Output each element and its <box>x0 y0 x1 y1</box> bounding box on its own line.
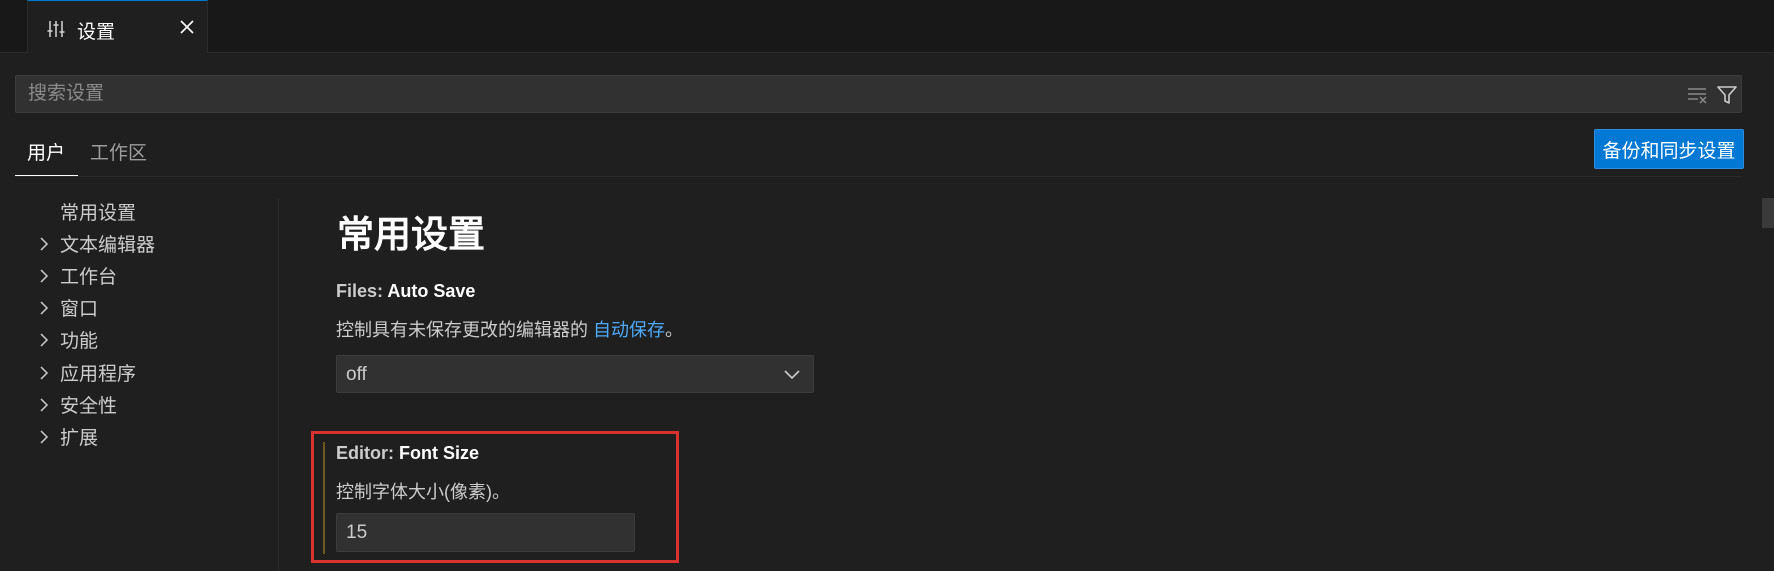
chevron-right-icon <box>40 269 49 283</box>
font-size-setting-title: Editor: Font Size <box>336 443 479 464</box>
toc-item-extensions[interactable]: 扩展 <box>0 421 270 451</box>
toc-item-label: 安全性 <box>60 396 118 417</box>
description-text: 控制具有未保存更改的编辑器的 <box>336 320 593 340</box>
tab-label: 设置 <box>77 22 116 43</box>
setting-category: Files: <box>336 281 388 301</box>
setting-category: Editor: <box>336 443 399 463</box>
auto-save-link[interactable]: 自动保存 <box>593 320 665 340</box>
scrollbar[interactable] <box>1762 198 1774 228</box>
toc-item-label: 功能 <box>60 331 99 352</box>
filter-icon[interactable] <box>1716 84 1738 106</box>
toc-item-label: 窗口 <box>60 299 99 320</box>
toc-item-label: 工作台 <box>60 267 118 288</box>
setting-name: Auto Save <box>387 281 476 301</box>
description-suffix: 。 <box>665 320 683 340</box>
settings-tab[interactable]: 设置 <box>27 0 208 53</box>
search-input[interactable] <box>26 76 1626 112</box>
toc-item-window[interactable]: 窗口 <box>0 292 270 322</box>
toc-item-security[interactable]: 安全性 <box>0 389 270 419</box>
auto-save-dropdown[interactable]: off <box>336 355 814 393</box>
toc-divider <box>278 198 279 571</box>
settings-sliders-icon <box>47 21 65 37</box>
toc-item-workbench[interactable]: 工作台 <box>0 260 270 290</box>
toc-item-label: 应用程序 <box>60 364 137 385</box>
backup-and-sync-button[interactable]: 备份和同步设置 <box>1594 129 1744 169</box>
dropdown-value: off <box>346 364 367 385</box>
section-title: 常用设置 <box>337 214 485 255</box>
font-size-input[interactable] <box>336 513 635 552</box>
toc-item-label: 常用设置 <box>60 203 137 224</box>
auto-save-description: 控制具有未保存更改的编辑器的 自动保存。 <box>336 316 683 342</box>
toc-item-commonly-used[interactable]: 常用设置 <box>0 196 270 226</box>
toc-item-label: 文本编辑器 <box>60 235 156 256</box>
clear-filter-icon[interactable] <box>1686 85 1708 105</box>
toc-item-application[interactable]: 应用程序 <box>0 357 270 387</box>
editor-tab-bar: 设置 <box>0 0 1774 53</box>
auto-save-setting-title: Files: Auto Save <box>336 281 475 302</box>
chevron-right-icon <box>40 398 49 412</box>
toc-item-text-editor[interactable]: 文本编辑器 <box>0 228 270 258</box>
chevron-right-icon <box>40 333 49 347</box>
tab-user-settings[interactable]: 用户 <box>15 138 78 176</box>
font-size-description: 控制字体大小(像素)。 <box>336 482 510 502</box>
setting-name: Font Size <box>399 443 479 463</box>
toc-item-features[interactable]: 功能 <box>0 324 270 354</box>
settings-search-box <box>15 75 1742 113</box>
toc-item-label: 扩展 <box>60 428 99 449</box>
chevron-right-icon <box>40 237 49 251</box>
chevron-right-icon <box>40 366 49 380</box>
modified-indicator <box>323 442 325 554</box>
tab-workspace-settings[interactable]: 工作区 <box>90 138 160 176</box>
chevron-down-icon <box>784 370 800 380</box>
chevron-right-icon <box>40 301 49 315</box>
chevron-right-icon <box>40 430 49 444</box>
close-icon[interactable] <box>178 18 196 36</box>
scope-divider <box>15 176 1742 177</box>
